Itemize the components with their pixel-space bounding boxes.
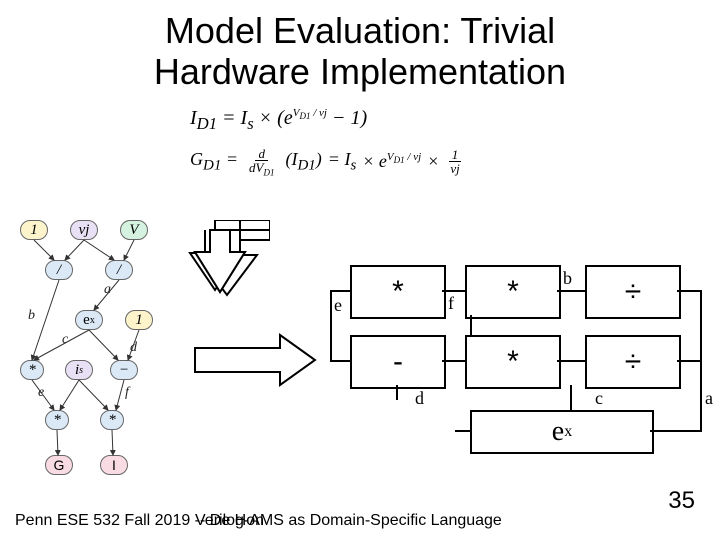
- node-mul-left: *: [20, 360, 44, 380]
- node-const-one-b: 1: [125, 310, 153, 330]
- port-d: d: [415, 388, 424, 409]
- equations-block: ID1 = Is × (eVD1 / vj − 1) GD1 = d dVD1 …: [190, 105, 465, 177]
- title-line: Model Evaluation: Trivial Hardware Imple…: [154, 10, 566, 92]
- hardware-diagram: * * ÷ - * ÷ ex e f b d c a: [320, 265, 720, 495]
- node-output-i: I: [100, 455, 128, 475]
- arrow-down-left: [185, 222, 275, 300]
- wire-f-v1: [470, 315, 472, 335]
- port-f: f: [448, 293, 454, 314]
- wire-e-bot: [330, 360, 350, 362]
- op-mul-2: *: [465, 265, 561, 319]
- eq1-rhs-a-sub: s: [247, 114, 253, 133]
- dataflow-graph: 1 vj V / / ex 1 * is − * * G I: [20, 220, 180, 510]
- slide-title: Model Evaluation: Trivial Hardware Imple…: [0, 10, 720, 93]
- node-V: V: [120, 220, 148, 240]
- equation-1: ID1 = Is × (eVD1 / vj − 1): [190, 105, 465, 135]
- node-const-one: 1: [20, 220, 48, 240]
- node-output-g: G: [45, 455, 73, 475]
- edge-label-e: e: [38, 385, 44, 401]
- eq2-frac2-den: vj: [447, 162, 462, 175]
- port-c: c: [595, 388, 603, 409]
- port-b: b: [563, 268, 572, 289]
- op-mul-1: *: [350, 265, 446, 319]
- arrow-right: [190, 330, 320, 390]
- eq2-mid: = I: [328, 149, 351, 169]
- equation-2: GD1 = d dVD1 (ID1) = Is × eVD1 / vj × 1 …: [190, 147, 465, 178]
- wire-e-vert: [330, 290, 332, 360]
- node-sub: −: [110, 360, 138, 380]
- edge-label-a: a: [104, 282, 111, 298]
- eq2-exp-slash: / vj: [405, 151, 422, 163]
- eq2-frac2: 1 vj: [447, 148, 462, 175]
- op-mul-3: *: [465, 335, 561, 389]
- node-vj: vj: [70, 220, 98, 240]
- op-sub: -: [350, 335, 446, 389]
- edge-label-d: d: [130, 340, 137, 356]
- wire-mul3-div2: [557, 360, 585, 362]
- node-mul-g: *: [45, 410, 69, 430]
- wire-mul1-mul2: [442, 290, 465, 292]
- eq2-exp-num: V: [387, 151, 394, 163]
- wire-sub-mul3: [442, 360, 465, 362]
- edge-label-c: c: [62, 332, 68, 348]
- edge-label-f: f: [125, 385, 129, 401]
- wire-div2-out: [677, 360, 702, 362]
- wire-b: [557, 290, 585, 292]
- eq2-lhs-sub: D1: [203, 158, 221, 174]
- node-exp: ex: [75, 310, 103, 330]
- wire-exp-left: [455, 430, 470, 432]
- wire-div1-out-h: [677, 290, 702, 292]
- eq2-frac1-den: dV: [249, 160, 263, 175]
- eq1-exp-sub: D1: [299, 112, 310, 122]
- node-mul-i: *: [100, 410, 124, 430]
- eq1-lhs: I: [190, 107, 197, 129]
- eq1-exp-slash: / vj: [310, 107, 327, 119]
- op-exp: ex: [470, 410, 654, 454]
- eq2-mid2: × e: [362, 151, 387, 171]
- eq2-exp-sub: D1: [394, 155, 405, 165]
- wire-d-v: [396, 385, 398, 400]
- eq2-mid-sub: s: [350, 158, 356, 174]
- wire-a-to-exp: [650, 430, 702, 432]
- eq2-lhs: G: [190, 149, 203, 169]
- node-is: is: [65, 360, 93, 380]
- eq2-frac2-num: 1: [449, 148, 462, 162]
- eq1-lhs-sub: D1: [197, 114, 217, 133]
- port-a: a: [705, 388, 713, 409]
- op-div-1: ÷: [585, 265, 681, 319]
- eq2-frac1-num: d: [255, 147, 268, 161]
- wire-c-v: [570, 385, 572, 410]
- edge-label-b: b: [28, 308, 35, 324]
- eq2-paren-inner-sub: D1: [297, 158, 315, 174]
- eq2-frac1-den-sub: D1: [263, 167, 274, 177]
- eq2-times: ×: [427, 150, 439, 173]
- node-div-a: /: [45, 260, 73, 280]
- node-div-b: /: [105, 260, 133, 280]
- footer-mid: Verilog-AMS as Domain-Specific Language: [195, 512, 502, 530]
- op-div-2: ÷: [585, 335, 681, 389]
- eq2-frac1: d dVD1: [246, 147, 277, 178]
- eq1-rhs-a: = I: [222, 107, 247, 129]
- page-number: 35: [668, 487, 695, 515]
- port-e: e: [334, 295, 342, 316]
- wire-e-top: [330, 290, 350, 292]
- eq1-rhs-b: × (e: [259, 107, 293, 129]
- eq1-tail: − 1): [332, 107, 367, 129]
